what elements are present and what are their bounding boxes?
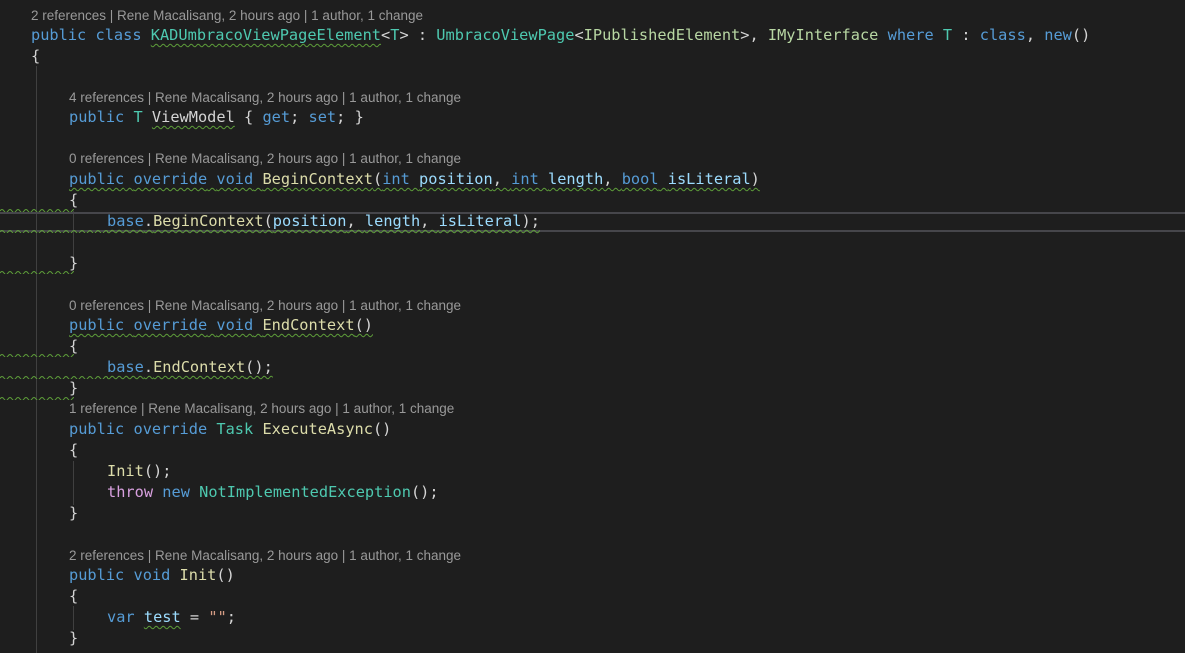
type-parameter: T: [942, 26, 953, 44]
method-call: EndContext: [153, 358, 246, 376]
keyword: set: [308, 108, 337, 126]
keyword: get: [262, 108, 291, 126]
keyword: class: [979, 26, 1026, 44]
parameter: position: [419, 170, 493, 188]
warning-squiggle: [0, 396, 74, 400]
code-line-var-test: var test = "";: [107, 608, 236, 626]
warning-squiggle: [0, 375, 108, 379]
code-line-brace: {: [69, 441, 79, 459]
type-name: Task: [216, 420, 254, 438]
keyword: public: [31, 26, 87, 44]
codelens-executeasync[interactable]: 1 reference | Rene Macalisang, 2 hours a…: [69, 401, 454, 417]
keyword: base: [107, 212, 144, 230]
interface-name: IMyInterface: [767, 26, 879, 44]
indent-guide-class: [36, 66, 37, 653]
code-line-viewmodel: public T ViewModel { get; set; }: [69, 108, 364, 126]
method-name: Init: [179, 566, 217, 584]
class-name: KADUmbracoViewPageElement: [150, 26, 382, 44]
code-line-brace: {: [69, 587, 79, 605]
code-line-brace: }: [69, 379, 79, 397]
warning-squiggle: [0, 270, 74, 274]
code-line-begincontext-signature: public override void BeginContext(int po…: [69, 170, 760, 188]
code-line-brace: {: [31, 47, 41, 65]
indent-guide-init: [73, 606, 74, 630]
keyword: public: [69, 420, 125, 438]
argument: position: [272, 212, 347, 230]
keyword: new: [162, 483, 190, 501]
codelens-class[interactable]: 2 references | Rene Macalisang, 2 hours …: [31, 8, 423, 24]
code-line-base-endcontext: base.EndContext();: [107, 358, 273, 376]
keyword: override: [133, 316, 208, 334]
argument: length: [364, 212, 421, 230]
keyword: base: [107, 358, 144, 376]
code-line-brace: }: [69, 629, 79, 647]
codelens-viewmodel[interactable]: 4 references | Rene Macalisang, 2 hours …: [69, 90, 461, 106]
keyword: new: [1044, 26, 1072, 44]
local-variable: test: [143, 608, 181, 626]
method-call: BeginContext: [153, 212, 264, 230]
keyword: where: [887, 26, 934, 44]
code-line-init-call: Init();: [107, 462, 172, 480]
codelens-endcontext[interactable]: 0 references | Rene Macalisang, 2 hours …: [69, 298, 461, 314]
string-literal: "": [208, 608, 227, 626]
keyword: int: [382, 170, 410, 188]
type-parameter: T: [133, 108, 143, 126]
code-line-throw: throw new NotImplementedException();: [107, 483, 439, 501]
method-name: EndContext: [262, 316, 355, 334]
method-name: ExecuteAsync: [262, 420, 373, 438]
keyword: public: [69, 170, 125, 188]
warning-squiggle: [0, 229, 108, 233]
code-line-executeasync-signature: public override Task ExecuteAsync(): [69, 420, 392, 438]
property-name: ViewModel: [151, 108, 235, 126]
parameter: length: [548, 170, 604, 188]
type-name: NotImplementedException: [199, 483, 411, 501]
keyword: bool: [621, 170, 659, 188]
keyword: void: [133, 566, 171, 584]
code-line-brace: {: [69, 337, 79, 355]
keyword: var: [107, 608, 135, 626]
interface-name: IPublishedElement: [583, 26, 741, 44]
keyword: override: [133, 170, 208, 188]
code-line-brace: }: [69, 254, 79, 272]
method-name: BeginContext: [262, 170, 373, 188]
codelens-init[interactable]: 2 references | Rene Macalisang, 2 hours …: [69, 548, 461, 564]
code-line-brace: }: [69, 504, 79, 522]
warning-squiggle: [0, 353, 74, 357]
warning-squiggle: [0, 208, 74, 212]
keyword: public: [69, 108, 125, 126]
code-line-init-signature: public void Init(): [69, 566, 235, 584]
keyword: override: [133, 420, 208, 438]
keyword: throw: [107, 483, 154, 501]
argument: isLiteral: [438, 212, 522, 230]
code-line-endcontext-signature: public override void EndContext(): [69, 316, 373, 334]
code-line-class-declaration: public class KADUmbracoViewPageElement<T…: [31, 26, 1091, 44]
keyword: int: [511, 170, 539, 188]
base-class-name: UmbracoViewPage: [436, 26, 575, 44]
code-editor[interactable]: 2 references | Rene Macalisang, 2 hours …: [0, 0, 1185, 653]
keyword: public: [69, 566, 125, 584]
code-line-brace: {: [69, 191, 79, 209]
keyword: void: [216, 170, 254, 188]
method-call: Init: [107, 462, 144, 480]
keyword: public: [69, 316, 125, 334]
code-line-base-begincontext: base.BeginContext(position, length, isLi…: [107, 212, 540, 230]
indent-guide-executeasync: [73, 461, 74, 505]
codelens-begincontext[interactable]: 0 references | Rene Macalisang, 2 hours …: [69, 151, 461, 167]
parameter: isLiteral: [667, 170, 751, 188]
keyword: void: [216, 316, 254, 334]
keyword: class: [95, 26, 142, 44]
